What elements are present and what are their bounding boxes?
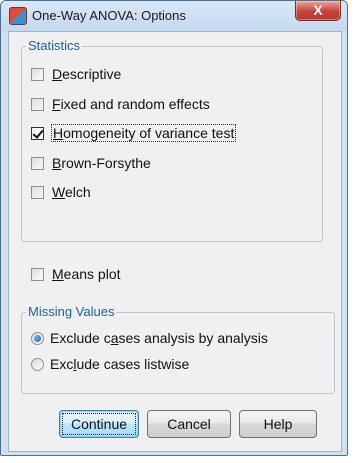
welch-checkbox-row[interactable]: Welch — [31, 184, 91, 200]
missing-values-group-label: Missing Values — [26, 304, 117, 319]
options-dialog: One-Way ANOVA: Options X Statistics Desc… — [0, 0, 348, 456]
descriptive-checkbox[interactable] — [31, 67, 44, 81]
title-bar[interactable]: One-Way ANOVA: Options X — [1, 1, 347, 31]
means-plot-checkbox[interactable] — [31, 267, 44, 281]
homogeneity-checkbox[interactable] — [31, 126, 44, 140]
missing-values-group: Missing Values Exclude cases analysis by… — [21, 304, 335, 394]
brown-forsythe-checkbox[interactable] — [31, 156, 44, 170]
welch-checkbox[interactable] — [31, 185, 44, 199]
window-title: One-Way ANOVA: Options — [32, 8, 186, 23]
descriptive-checkbox-row[interactable]: Descriptive — [31, 66, 121, 82]
fixed-random-effects-label: Fixed and random effects — [52, 96, 210, 112]
descriptive-label: Descriptive — [52, 66, 122, 82]
brown-forsythe-label: Brown-Forsythe — [52, 155, 151, 171]
help-button[interactable]: Help — [239, 410, 317, 438]
homogeneity-checkbox-row[interactable]: Homogeneity of variance test — [31, 124, 237, 142]
homogeneity-label: Homogeneity of variance test — [50, 124, 237, 142]
cancel-button[interactable]: Cancel — [147, 410, 231, 438]
exclude-analysis-by-analysis-label: Exclude cases analysis by analysis — [50, 330, 268, 346]
fixed-random-effects-checkbox-row[interactable]: Fixed and random effects — [31, 96, 210, 112]
means-plot-label: Means plot — [52, 266, 121, 282]
fixed-random-effects-checkbox[interactable] — [31, 97, 44, 111]
continue-button[interactable]: Continue — [59, 410, 139, 438]
exclude-analysis-by-analysis-radio[interactable] — [31, 331, 44, 345]
brown-forsythe-checkbox-row[interactable]: Brown-Forsythe — [31, 155, 151, 171]
spss-app-icon — [9, 7, 27, 25]
exclude-listwise-row[interactable]: Exclude cases listwise — [31, 356, 189, 372]
close-button[interactable]: X — [295, 1, 341, 21]
welch-label: Welch — [52, 184, 91, 200]
exclude-analysis-by-analysis-row[interactable]: Exclude cases analysis by analysis — [31, 330, 268, 346]
exclude-listwise-label: Exclude cases listwise — [50, 356, 190, 372]
statistics-group-label: Statistics — [26, 38, 83, 53]
exclude-listwise-radio[interactable] — [31, 357, 44, 371]
means-plot-checkbox-row[interactable]: Means plot — [31, 266, 121, 282]
dialog-body: Statistics Descriptive Fixed and random … — [8, 31, 342, 452]
statistics-group: Statistics Descriptive Fixed and random … — [21, 38, 323, 242]
